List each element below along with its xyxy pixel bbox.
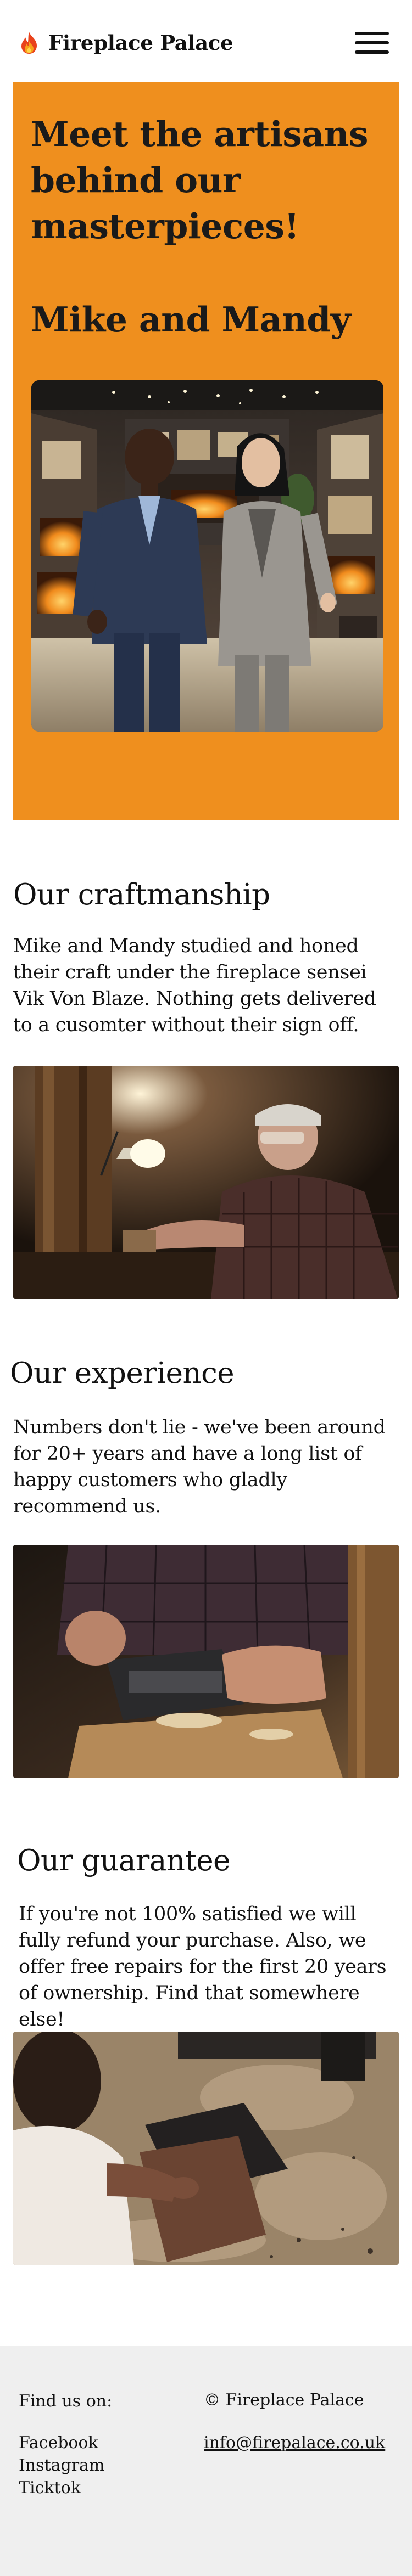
email-link[interactable]: info@firepalace.co.uk xyxy=(204,2433,385,2453)
guarantee-title: Our guarantee xyxy=(17,1844,231,1877)
facebook-link[interactable]: Facebook xyxy=(19,2433,98,2453)
flame-icon xyxy=(21,32,37,54)
craftsman-photo xyxy=(13,1066,399,1299)
experience-text: Numbers don't lie - we've been around fo… xyxy=(13,1416,386,1517)
ticktok-link[interactable]: Ticktok xyxy=(19,2478,81,2498)
brand[interactable]: Fireplace Palace xyxy=(20,31,233,55)
find-us-label: Find us on: xyxy=(19,2392,113,2411)
site-footer: Find us on: Facebook Instagram Ticktok ©… xyxy=(0,2346,412,2576)
site-header: Fireplace Palace xyxy=(0,0,412,81)
artisans-photo xyxy=(31,380,383,732)
craftmanship-text: Mike and Mandy studied and honed their c… xyxy=(13,935,376,1036)
brand-name: Fireplace Palace xyxy=(48,31,233,55)
experience-title: Our experience xyxy=(10,1357,235,1390)
hero-section: Meet the artisans behind our masterpiece… xyxy=(13,82,399,820)
guarantee-text: If you're not 100% satisfied we will ful… xyxy=(19,1903,387,2031)
hero-heading: Meet the artisans behind our masterpiece… xyxy=(31,114,368,246)
instagram-link[interactable]: Instagram xyxy=(19,2456,104,2475)
hamburger-menu-icon[interactable] xyxy=(355,32,389,54)
sanding-worker-photo xyxy=(13,2032,399,2265)
woodworking-hands-photo xyxy=(13,1545,399,1778)
craftmanship-title: Our craftmanship xyxy=(13,878,270,912)
hero-subheading: Mike and Mandy xyxy=(31,299,350,340)
copyright-text: © Fireplace Palace xyxy=(204,2391,364,2410)
